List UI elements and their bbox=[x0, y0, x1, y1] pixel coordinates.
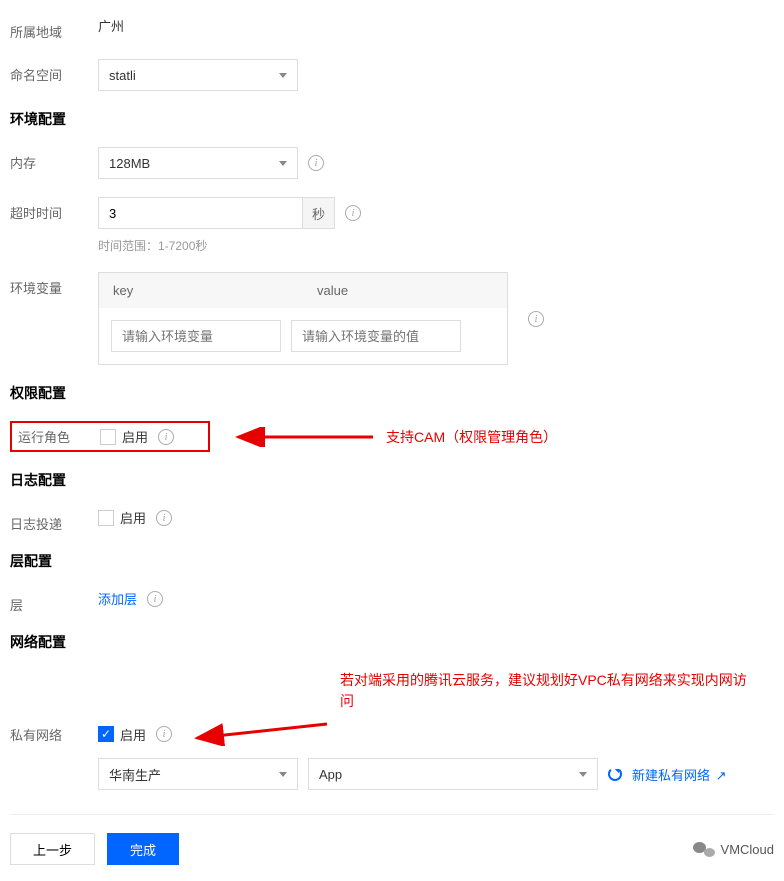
brand-area: VMCloud bbox=[693, 840, 774, 858]
namespace-value: statli bbox=[109, 68, 136, 83]
new-vpc-text: 新建私有网络 bbox=[632, 768, 710, 783]
role-label: 运行角色 bbox=[18, 427, 100, 446]
region-value: 广州 bbox=[98, 16, 124, 35]
refresh-icon[interactable] bbox=[608, 767, 622, 781]
layer-label: 层 bbox=[10, 589, 98, 614]
envvars-table: key value bbox=[98, 272, 508, 365]
namespace-label: 命名空间 bbox=[10, 59, 98, 84]
region-label: 所属地域 bbox=[10, 16, 98, 41]
log-label: 日志投递 bbox=[10, 508, 98, 533]
brand-text: VMCloud bbox=[721, 842, 774, 857]
memory-select[interactable]: 128MB bbox=[98, 147, 298, 179]
info-icon[interactable] bbox=[156, 510, 172, 526]
envvars-value-header: value bbox=[303, 273, 507, 308]
log-enable-checkbox[interactable] bbox=[98, 510, 114, 526]
chevron-down-icon bbox=[579, 772, 587, 777]
timeout-input[interactable] bbox=[98, 197, 303, 229]
chevron-down-icon bbox=[279, 161, 287, 166]
log-enable-text: 启用 bbox=[120, 508, 146, 527]
arrow-left-icon bbox=[218, 427, 378, 447]
role-annotation: 支持CAM（权限管理角色） bbox=[386, 427, 557, 447]
timeout-label: 超时时间 bbox=[10, 197, 98, 222]
role-enable-text: 启用 bbox=[122, 427, 148, 446]
vpc-enable-checkbox[interactable] bbox=[98, 726, 114, 742]
layer-section-title: 层配置 bbox=[10, 551, 774, 571]
vpc-select-1[interactable]: 华南生产 bbox=[98, 758, 298, 790]
vpc-select-2-value: App bbox=[319, 767, 342, 782]
info-icon[interactable] bbox=[147, 591, 163, 607]
vpc-annotation: 若对端采用的腾讯云服务，建议规划好VPC私有网络来实现内网访问 bbox=[340, 670, 760, 712]
new-vpc-link[interactable]: 新建私有网络 ↗ bbox=[632, 765, 727, 784]
timeout-unit: 秒 bbox=[303, 197, 335, 229]
role-enable-checkbox[interactable] bbox=[100, 429, 116, 445]
timeout-hint: 时间范围：1-7200秒 bbox=[98, 237, 207, 254]
vpc-select-1-value: 华南生产 bbox=[109, 765, 161, 784]
chevron-down-icon bbox=[279, 772, 287, 777]
divider bbox=[10, 814, 774, 815]
chevron-down-icon bbox=[279, 73, 287, 78]
wechat-icon bbox=[693, 840, 715, 858]
info-icon[interactable] bbox=[528, 311, 544, 327]
vpc-select-2[interactable]: App bbox=[308, 758, 598, 790]
arrow-diag-icon bbox=[182, 722, 332, 746]
vpc-enable-text: 启用 bbox=[120, 725, 146, 744]
memory-value: 128MB bbox=[109, 156, 150, 171]
prev-button[interactable]: 上一步 bbox=[10, 833, 95, 865]
envvars-label: 环境变量 bbox=[10, 272, 98, 297]
log-section-title: 日志配置 bbox=[10, 470, 774, 490]
role-highlight-box: 运行角色 启用 bbox=[10, 421, 210, 452]
perm-section-title: 权限配置 bbox=[10, 383, 774, 403]
add-layer-link[interactable]: 添加层 bbox=[98, 589, 137, 608]
net-section-title: 网络配置 bbox=[10, 632, 774, 652]
info-icon[interactable] bbox=[158, 429, 174, 445]
done-button[interactable]: 完成 bbox=[107, 833, 179, 865]
envvars-key-input[interactable] bbox=[111, 320, 281, 352]
external-link-icon: ↗ bbox=[716, 768, 727, 783]
namespace-select[interactable]: statli bbox=[98, 59, 298, 91]
vpc-label: 私有网络 bbox=[10, 725, 98, 744]
memory-label: 内存 bbox=[10, 147, 98, 172]
info-icon[interactable] bbox=[308, 155, 324, 171]
envvars-value-input[interactable] bbox=[291, 320, 461, 352]
env-section-title: 环境配置 bbox=[10, 109, 774, 129]
info-icon[interactable] bbox=[156, 726, 172, 742]
info-icon[interactable] bbox=[345, 205, 361, 221]
envvars-key-header: key bbox=[99, 273, 303, 308]
